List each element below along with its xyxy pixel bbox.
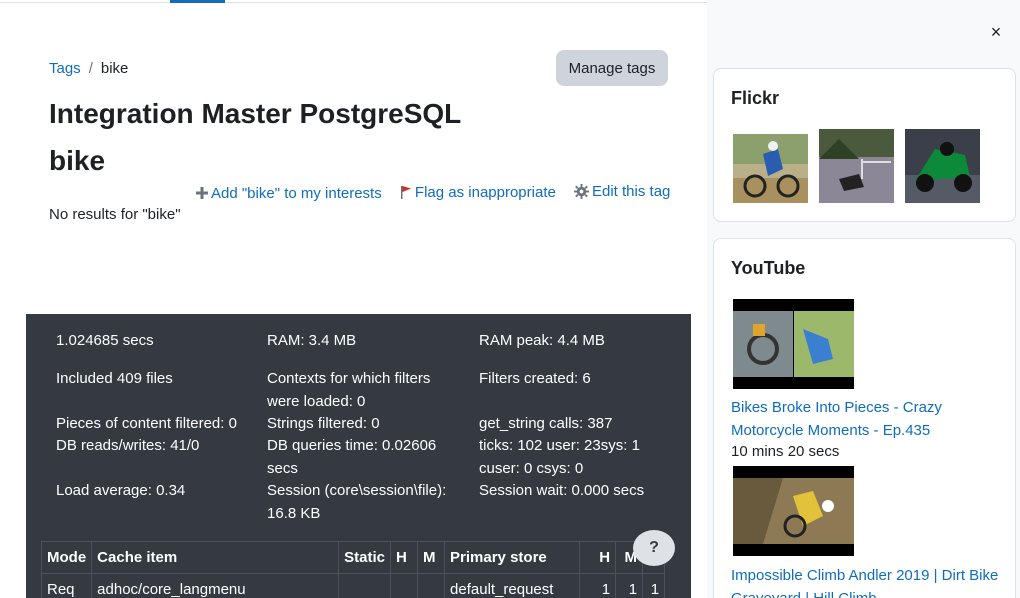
perf-ram: RAM: 3.4 MB — [267, 332, 357, 349]
breadcrumb-separator: / — [88, 60, 93, 77]
flickr-photo-1[interactable] — [733, 134, 808, 203]
perf-included-files: Included 409 files — [56, 370, 173, 387]
perf-contexts: Contexts for which filters were loaded: … — [267, 370, 431, 410]
col-cache-item: Cache item — [91, 541, 340, 574]
cell-static — [338, 573, 392, 598]
perf-ticks: ticks: 102 user: 23sys: 1 cuser: 0 csys:… — [479, 437, 640, 477]
cell-primary-store: default_request — [444, 573, 581, 598]
help-button[interactable]: ? — [633, 530, 675, 566]
cell-mode: Req — [40, 573, 93, 598]
youtube-video-1-duration: 10 mins 20 secs — [731, 443, 840, 460]
perf-pieces-filtered: Pieces of content filtered: 0 — [56, 415, 237, 432]
flickr-title: Flickr — [731, 88, 780, 108]
breadcrumb-tags-link[interactable]: Tags — [49, 60, 81, 77]
flickr-photo-2[interactable] — [819, 129, 894, 203]
cache-table-header: Mode Cache item Static H M Primary store… — [40, 541, 666, 574]
youtube-thumb-2[interactable] — [733, 466, 854, 556]
page-title-line1: Integration Master PostgreSQL — [49, 98, 462, 129]
flickr-block: Flickr — [713, 68, 1016, 222]
edit-tag-link[interactable]: Edit this tag — [574, 183, 670, 200]
cell-m — [417, 573, 446, 598]
perf-filters-created: Filters created: 6 — [479, 370, 591, 387]
perf-session-wait: Session wait: 0.000 secs — [479, 482, 645, 499]
cell-cache-item: adhoc/core_langmenu — [91, 573, 340, 598]
cell-s: 1 — [642, 573, 666, 598]
flag-inappropriate-link[interactable]: Flag as inappropriate — [400, 184, 556, 201]
manage-tags-button[interactable]: Manage tags — [556, 50, 668, 86]
perf-strings-filtered: Strings filtered: 0 — [267, 415, 380, 432]
perf-db-rw: DB reads/writes: 41/0 — [56, 437, 200, 454]
youtube-title: YouTube — [731, 258, 806, 278]
flag-icon — [400, 186, 411, 199]
col-h: H — [390, 541, 419, 574]
col-mode: Mode — [40, 541, 93, 574]
cache-table: Mode Cache item Static H M Primary store… — [40, 541, 666, 598]
add-interest-label: Add "bike" to my interests — [211, 184, 382, 202]
close-drawer-icon[interactable]: × — [984, 20, 1008, 44]
youtube-video-2-link[interactable]: Impossible Climb Andler 2019 | Dirt Bike… — [731, 565, 1011, 598]
perf-load-average: Load average: 0.34 — [56, 482, 186, 499]
plus-icon — [196, 187, 208, 199]
col-static: Static — [338, 541, 392, 574]
col-primary-store: Primary store — [444, 541, 581, 574]
cell-h — [390, 573, 419, 598]
performance-info: 1.024685 secs RAM: 3.4 MB RAM peak: 4.4 … — [26, 314, 691, 598]
add-interest-link[interactable]: Add "bike" to my interests — [196, 185, 382, 202]
breadcrumb: Tags / bike — [49, 60, 128, 77]
cell-h2: 1 — [579, 573, 617, 598]
no-results-message: No results for "bike" — [49, 206, 181, 223]
page-title-line2: bike — [49, 145, 106, 176]
active-nav-indicator — [170, 0, 225, 3]
perf-get-string: get_string calls: 387 — [479, 415, 613, 432]
flickr-photo-3[interactable] — [905, 129, 980, 203]
table-row: Req adhoc/core_langmenu default_request … — [40, 573, 666, 598]
perf-ram-peak: RAM peak: 4.4 MB — [479, 332, 605, 349]
nav-underline — [0, 0, 707, 3]
edit-tag-label: Edit this tag — [592, 183, 671, 200]
breadcrumb-current: bike — [100, 60, 129, 77]
gear-icon — [574, 184, 589, 199]
flag-label: Flag as inappropriate — [414, 183, 556, 201]
main-region: Tags / bike Manage tags Integration Master… — [0, 0, 707, 598]
perf-session: Session (core\session\file): 16.8 KB — [267, 482, 447, 522]
col-h2: H — [579, 541, 617, 574]
youtube-block: YouTube Bikes Broke Into Pieces - Crazy … — [713, 238, 1016, 598]
col-m: M — [417, 541, 446, 574]
perf-time: 1.024685 secs — [56, 332, 154, 349]
perf-db-time: DB queries time: 0.02606 secs — [267, 437, 437, 477]
cell-m2: 1 — [615, 573, 644, 598]
page-title: Integration Master PostgreSQL bike — [49, 90, 529, 184]
youtube-video-1-link[interactable]: Bikes Broke Into Pieces - Crazy Motorcyc… — [731, 397, 1011, 442]
tag-actions: Add "bike" to my interests Flag as inapp… — [196, 183, 670, 203]
youtube-thumb-1[interactable] — [733, 299, 854, 389]
